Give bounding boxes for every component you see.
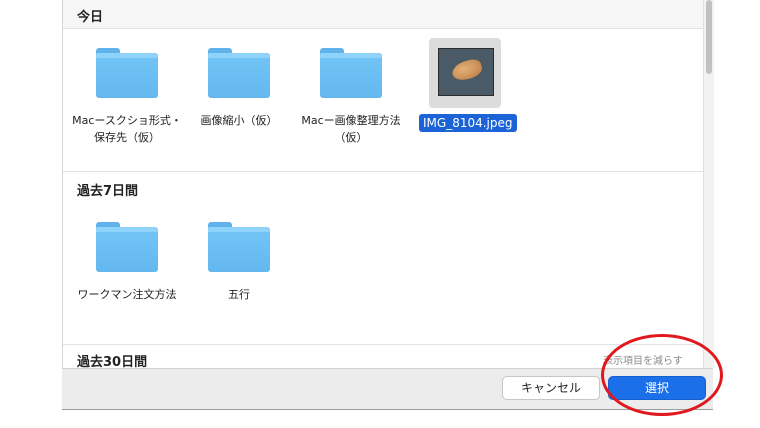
folder-icon	[208, 48, 270, 98]
folder-label: ワークマン注文方法	[77, 288, 177, 301]
scrollbar-thumb[interactable]	[706, 0, 712, 74]
section-header-today: 今日	[63, 0, 703, 29]
folder-icon	[96, 48, 158, 98]
file-browser-panel: 今日 Macースクショ形式・保存先（仮） 画像縮小（仮） Macー画像整理方法（…	[62, 0, 704, 368]
section-title: 今日	[77, 10, 104, 25]
folder-label: Macースクショ形式・保存先（仮）	[72, 114, 182, 144]
cancel-button[interactable]: キャンセル	[502, 376, 600, 400]
vertical-scrollbar[interactable]	[703, 0, 714, 368]
folder-label: Macー画像整理方法（仮）	[301, 114, 401, 144]
selected-file-label[interactable]: IMG_8104.jpeg	[419, 114, 517, 132]
section-divider	[63, 171, 703, 172]
folder-label: 画像縮小（仮）	[200, 114, 278, 127]
section-title-past7: 過去7日間	[77, 184, 139, 199]
image-file-item[interactable]	[429, 38, 501, 108]
section-divider	[63, 344, 703, 345]
image-thumbnail-icon	[438, 48, 494, 96]
folder-label: 五行	[228, 288, 250, 301]
folder-icon	[320, 48, 382, 98]
folder-icon	[96, 222, 158, 272]
annotation-circle	[601, 334, 723, 416]
section-title-past30: 過去30日間	[77, 355, 148, 368]
folder-icon	[208, 222, 270, 272]
